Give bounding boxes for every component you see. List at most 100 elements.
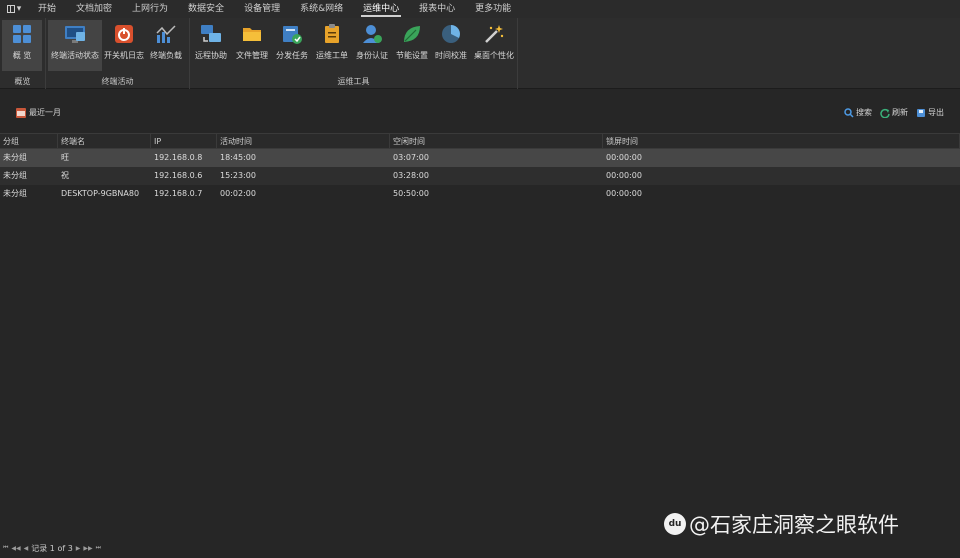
ribbon-group-terminal-activity: 终端活动状态 开关机日志 终端负载 终端活动	[46, 18, 190, 89]
file-management-button[interactable]: 文件管理	[233, 20, 271, 71]
date-range-label: 最近一月	[29, 108, 61, 117]
cell-active-time: 00:02:00	[220, 189, 256, 198]
watermark: du @石家庄洞察之眼软件	[664, 509, 899, 539]
app-menu-icon[interactable]: ▾	[0, 0, 28, 18]
overview-button[interactable]: 概 览	[2, 20, 42, 71]
cell-idle-time: 50:50:00	[393, 189, 429, 198]
terminal-activity-status-label: 终端活动状态	[51, 51, 99, 60]
menu-doc-encrypt[interactable]: 文档加密	[66, 0, 122, 18]
power-log-icon	[113, 23, 135, 45]
search-label: 搜索	[856, 108, 872, 117]
distribute-task-label: 分发任务	[276, 51, 308, 60]
column-header-terminal-name[interactable]: 终端名	[58, 134, 151, 148]
menu-web-behavior[interactable]: 上网行为	[122, 0, 178, 18]
terminal-activity-status-button[interactable]: 终端活动状态	[48, 20, 102, 71]
next-record-button[interactable]: ▶	[76, 545, 81, 552]
menu-device-management[interactable]: 设备管理	[234, 0, 290, 18]
menu-data-security[interactable]: 数据安全	[178, 0, 234, 18]
ribbon-group-overview: 概 览 概览	[0, 18, 46, 89]
column-header-ip[interactable]: IP	[151, 134, 217, 148]
table-row[interactable]: 未分组 祝 192.168.0.6 15:23:00 03:28:00 00:0…	[0, 167, 960, 185]
table-row[interactable]: 未分组 DESKTOP-9GBNA80 192.168.0.7 00:02:00…	[0, 185, 960, 203]
terminal-load-icon	[155, 23, 177, 45]
cell-ip: 192.168.0.6	[154, 171, 203, 180]
clock-icon	[440, 23, 462, 45]
cell-group: 未分组	[3, 171, 27, 180]
grid-toolbar: 最近一月 搜索 刷新 导出	[0, 100, 960, 126]
menu-report-center[interactable]: 报表中心	[409, 0, 465, 18]
cell-active-time: 18:45:00	[220, 153, 256, 162]
clipboard-icon	[321, 23, 343, 45]
cell-terminal-name: 祝	[61, 171, 69, 180]
cell-lock-time: 00:00:00	[606, 153, 642, 162]
search-icon	[844, 107, 854, 118]
file-management-label: 文件管理	[236, 51, 268, 60]
paw-logo-icon: du	[664, 513, 686, 535]
refresh-button[interactable]: 刷新	[880, 107, 908, 118]
export-button[interactable]: 导出	[916, 107, 944, 118]
export-label: 导出	[928, 108, 944, 117]
date-range-selector[interactable]: 最近一月	[16, 107, 61, 118]
time-calibration-button[interactable]: 时间校准	[432, 20, 470, 71]
terminal-activity-icon	[64, 23, 86, 45]
cell-group: 未分组	[3, 189, 27, 198]
first-record-button[interactable]: ⏮	[3, 544, 8, 552]
prev-page-button[interactable]: ◀◀	[11, 545, 20, 552]
refresh-label: 刷新	[892, 108, 908, 117]
ribbon-group-label: 终端活动	[101, 77, 134, 86]
cell-terminal-name: DESKTOP-9GBNA80	[61, 189, 140, 198]
identity-icon	[361, 23, 383, 45]
column-header-active-time[interactable]: 活动时间	[217, 134, 390, 148]
record-counter: 记录 1 of 3	[31, 543, 73, 553]
terminal-activity-table: 分组 终端名 IP 活动时间 空闲时间 锁屏时间 未分组 旺 192.168.0…	[0, 133, 960, 203]
grid-actions: 搜索 刷新 导出	[836, 107, 944, 118]
identity-auth-button[interactable]: 身份认证	[353, 20, 391, 71]
table-header: 分组 终端名 IP 活动时间 空闲时间 锁屏时间	[0, 133, 960, 149]
overview-grid-icon	[11, 23, 33, 45]
energy-saving-button[interactable]: 节能设置	[393, 20, 431, 71]
menu-system-network[interactable]: 系统&网络	[290, 0, 353, 18]
column-header-group[interactable]: 分组	[0, 134, 58, 148]
cell-lock-time: 00:00:00	[606, 189, 642, 198]
menu-ops-center[interactable]: 运维中心	[353, 0, 409, 18]
terminal-load-button[interactable]: 终端负载	[146, 20, 186, 71]
ops-ticket-label: 运维工单	[316, 51, 348, 60]
calendar-icon	[16, 107, 26, 118]
menu-start[interactable]: 开始	[28, 0, 66, 18]
energy-saving-label: 节能设置	[396, 51, 428, 60]
desktop-personalization-button[interactable]: 桌面个性化	[472, 20, 516, 71]
magic-wand-icon	[483, 23, 505, 45]
last-record-button[interactable]: ⏭	[96, 544, 101, 552]
cell-terminal-name: 旺	[61, 153, 69, 162]
leaf-icon	[401, 23, 423, 45]
distribute-task-button[interactable]: 分发任务	[273, 20, 311, 71]
ops-ticket-button[interactable]: 运维工单	[313, 20, 351, 71]
cell-ip: 192.168.0.8	[154, 153, 203, 162]
table-row[interactable]: 未分组 旺 192.168.0.8 18:45:00 03:07:00 00:0…	[0, 149, 960, 167]
prev-record-button[interactable]: ◀	[24, 545, 29, 552]
overview-button-label: 概 览	[12, 51, 32, 60]
ribbon-group-label: 运维工具	[337, 77, 370, 86]
column-header-lock-time[interactable]: 锁屏时间	[603, 134, 960, 148]
terminal-load-label: 终端负载	[150, 51, 182, 60]
menu-bar: ▾ 开始 文档加密 上网行为 数据安全 设备管理 系统&网络 运维中心 报表中心…	[0, 0, 960, 18]
ribbon: 概 览 概览 终端活动状态 开关机日志 终端负载 终端活动 远程协助 文件管理 …	[0, 18, 960, 89]
menu-more-functions[interactable]: 更多功能	[465, 0, 521, 18]
cell-group: 未分组	[3, 153, 27, 162]
record-navigator: ⏮ ◀◀ ◀ 记录 1 of 3 ▶ ▶▶ ⏭	[0, 541, 101, 555]
desktop-personalization-label: 桌面个性化	[474, 51, 514, 60]
time-calibration-label: 时间校准	[435, 51, 467, 60]
search-button[interactable]: 搜索	[844, 107, 872, 118]
watermark-text: @石家庄洞察之眼软件	[689, 513, 899, 537]
identity-auth-label: 身份认证	[356, 51, 388, 60]
remote-assist-label: 远程协助	[195, 51, 227, 60]
column-header-idle-time[interactable]: 空闲时间	[390, 134, 603, 148]
remote-assist-icon	[200, 23, 222, 45]
folder-icon	[241, 23, 263, 45]
next-page-button[interactable]: ▶▶	[83, 545, 92, 552]
distribute-task-icon	[281, 23, 303, 45]
cell-lock-time: 00:00:00	[606, 171, 642, 180]
power-log-button[interactable]: 开关机日志	[104, 20, 144, 71]
remote-assist-button[interactable]: 远程协助	[192, 20, 230, 71]
cell-ip: 192.168.0.7	[154, 189, 203, 198]
